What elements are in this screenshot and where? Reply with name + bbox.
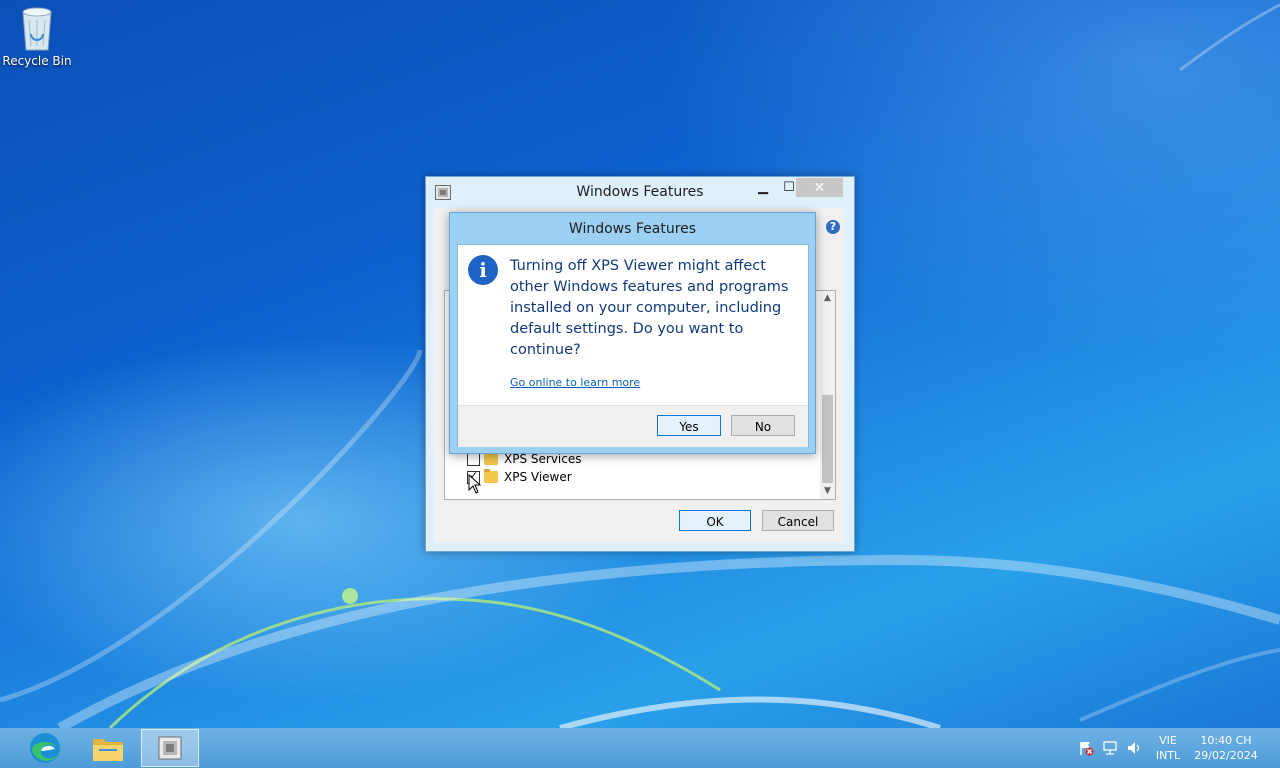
- dialog-body: i Turning off XPS Viewer might affect ot…: [457, 244, 809, 447]
- folder-icon: [484, 469, 498, 483]
- feature-list-scrollbar[interactable]: ▲ ▼: [820, 291, 835, 499]
- edge-browser-icon: [30, 733, 60, 763]
- dialog-message: Turning off XPS Viewer might affect othe…: [510, 258, 789, 358]
- dialog-button-strip: Yes No: [458, 405, 808, 447]
- mouse-cursor-icon: [468, 474, 482, 494]
- confirm-dialog: Windows Features i Turning off XPS Viewe…: [449, 212, 816, 454]
- taskbar-edge-button[interactable]: [16, 729, 74, 767]
- recycle-bin-icon: [22, 7, 52, 51]
- action-center-flag-icon[interactable]: [1078, 740, 1094, 756]
- help-icon[interactable]: ?: [826, 220, 840, 234]
- maximize-icon: ☐: [783, 180, 795, 195]
- information-icon: i: [468, 255, 498, 285]
- scroll-thumb[interactable]: [822, 395, 833, 483]
- feature-item-label: XPS Services: [504, 452, 582, 466]
- network-icon[interactable]: [1102, 740, 1118, 756]
- feature-item-label: XPS Viewer: [504, 470, 572, 484]
- close-icon: ✕: [813, 179, 826, 196]
- taskbar-file-explorer-button[interactable]: [79, 729, 137, 767]
- scroll-down-arrow-icon[interactable]: ▼: [820, 484, 835, 499]
- scroll-up-arrow-icon[interactable]: ▲: [820, 291, 835, 306]
- keyboard-layout: INTL: [1155, 749, 1181, 762]
- clock-time: 10:40 CH: [1200, 734, 1252, 747]
- window-titlebar[interactable]: Windows Features ▁ ☐ ✕: [426, 177, 854, 207]
- recycle-bin-label: Recycle Bin: [2, 54, 72, 68]
- folder-icon: [484, 451, 498, 465]
- xps-services-checkbox[interactable]: [467, 452, 480, 466]
- no-button[interactable]: No: [731, 415, 795, 436]
- learn-more-link[interactable]: Go online to learn more: [510, 376, 640, 389]
- dialog-title: Windows Features: [568, 221, 697, 237]
- file-explorer-icon: [93, 739, 123, 761]
- input-language-indicator[interactable]: VIE INTL: [1150, 733, 1186, 763]
- cancel-button[interactable]: Cancel: [762, 510, 834, 531]
- ok-button[interactable]: OK: [679, 510, 751, 531]
- language-code: VIE: [1159, 734, 1177, 747]
- recycle-bin-shortcut[interactable]: Recycle Bin: [2, 4, 72, 68]
- volume-icon[interactable]: [1126, 740, 1142, 756]
- feature-item-xps-viewer[interactable]: XPS Viewer: [467, 468, 572, 486]
- taskbar-windows-features-button[interactable]: [141, 729, 199, 767]
- clock-date: 29/02/2024: [1194, 749, 1258, 762]
- clock[interactable]: 10:40 CH 29/02/2024: [1190, 733, 1262, 763]
- yes-button[interactable]: Yes: [657, 415, 721, 436]
- taskbar: VIE INTL 10:40 CH 29/02/2024: [0, 728, 1280, 768]
- windows-features-icon: [158, 736, 182, 760]
- minimize-icon: ▁: [758, 180, 768, 195]
- minimize-button[interactable]: ▁: [750, 178, 776, 197]
- close-button[interactable]: ✕: [796, 178, 843, 197]
